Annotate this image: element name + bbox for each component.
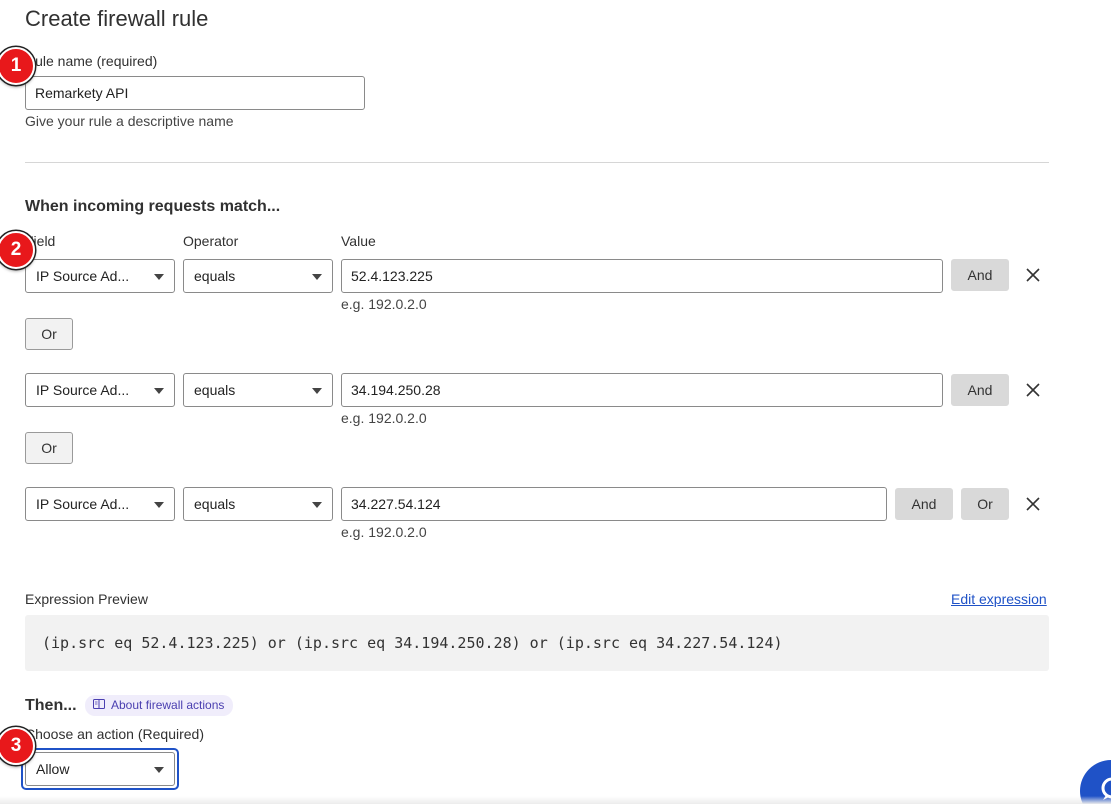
- or-button[interactable]: Or: [25, 318, 73, 350]
- chevron-down-icon: [312, 274, 322, 280]
- row-or-button[interactable]: Or: [961, 488, 1009, 520]
- about-firewall-actions-label: About firewall actions: [111, 698, 225, 712]
- operator-column-label: Operator: [183, 233, 239, 249]
- close-icon[interactable]: [1025, 267, 1041, 283]
- section-divider: [25, 162, 1049, 163]
- value-example-hint: e.g. 192.0.2.0: [341, 296, 427, 312]
- bottom-fade: [0, 796, 1111, 804]
- and-button[interactable]: And: [895, 488, 953, 520]
- chevron-down-icon: [312, 388, 322, 394]
- value-column-label: Value: [341, 233, 376, 249]
- field-select-value: IP Source Ad...: [36, 496, 130, 512]
- value-input[interactable]: 34.227.54.124: [341, 487, 887, 521]
- close-icon[interactable]: [1025, 382, 1041, 398]
- operator-select-value: equals: [194, 496, 236, 512]
- chevron-down-icon: [312, 502, 322, 508]
- chevron-down-icon: [154, 502, 164, 508]
- chevron-down-icon: [154, 388, 164, 394]
- operator-select[interactable]: equals: [183, 373, 333, 407]
- operator-select-value: equals: [194, 268, 236, 284]
- field-select[interactable]: IP Source Ad...: [25, 373, 175, 407]
- value-input[interactable]: 34.194.250.28: [341, 373, 943, 407]
- action-select-value: Allow: [36, 761, 70, 777]
- action-label: Choose an action (Required): [25, 726, 204, 742]
- action-select[interactable]: Allow: [25, 752, 175, 786]
- or-button[interactable]: Or: [25, 432, 73, 464]
- operator-select-value: equals: [194, 382, 236, 398]
- rule-name-hint: Give your rule a descriptive name: [25, 113, 234, 129]
- expression-preview-label: Expression Preview: [25, 591, 148, 607]
- expression-preview: (ip.src eq 52.4.123.225) or (ip.src eq 3…: [25, 615, 1049, 671]
- field-select[interactable]: IP Source Ad...: [25, 487, 175, 521]
- and-button[interactable]: And: [951, 259, 1009, 291]
- rule-name-label: Rule name (required): [25, 53, 158, 69]
- field-select-value: IP Source Ad...: [36, 382, 130, 398]
- then-heading: Then...: [25, 697, 77, 714]
- value-example-hint: e.g. 192.0.2.0: [341, 524, 427, 540]
- close-icon[interactable]: [1025, 496, 1041, 512]
- field-select-value: IP Source Ad...: [36, 268, 130, 284]
- rule-name-input[interactable]: Remarkety API: [25, 76, 365, 110]
- page-title: Create firewall rule: [25, 6, 209, 31]
- book-icon: [93, 695, 105, 716]
- and-button[interactable]: And: [951, 374, 1009, 406]
- chevron-down-icon: [154, 274, 164, 280]
- field-select[interactable]: IP Source Ad...: [25, 259, 175, 293]
- edit-expression-link[interactable]: Edit expression: [951, 591, 1047, 607]
- match-heading: When incoming requests match...: [25, 198, 281, 215]
- chevron-down-icon: [154, 767, 164, 773]
- operator-select[interactable]: equals: [183, 487, 333, 521]
- value-example-hint: e.g. 192.0.2.0: [341, 410, 427, 426]
- value-input[interactable]: 52.4.123.225: [341, 259, 943, 293]
- about-firewall-actions-link[interactable]: About firewall actions: [85, 695, 234, 716]
- operator-select[interactable]: equals: [183, 259, 333, 293]
